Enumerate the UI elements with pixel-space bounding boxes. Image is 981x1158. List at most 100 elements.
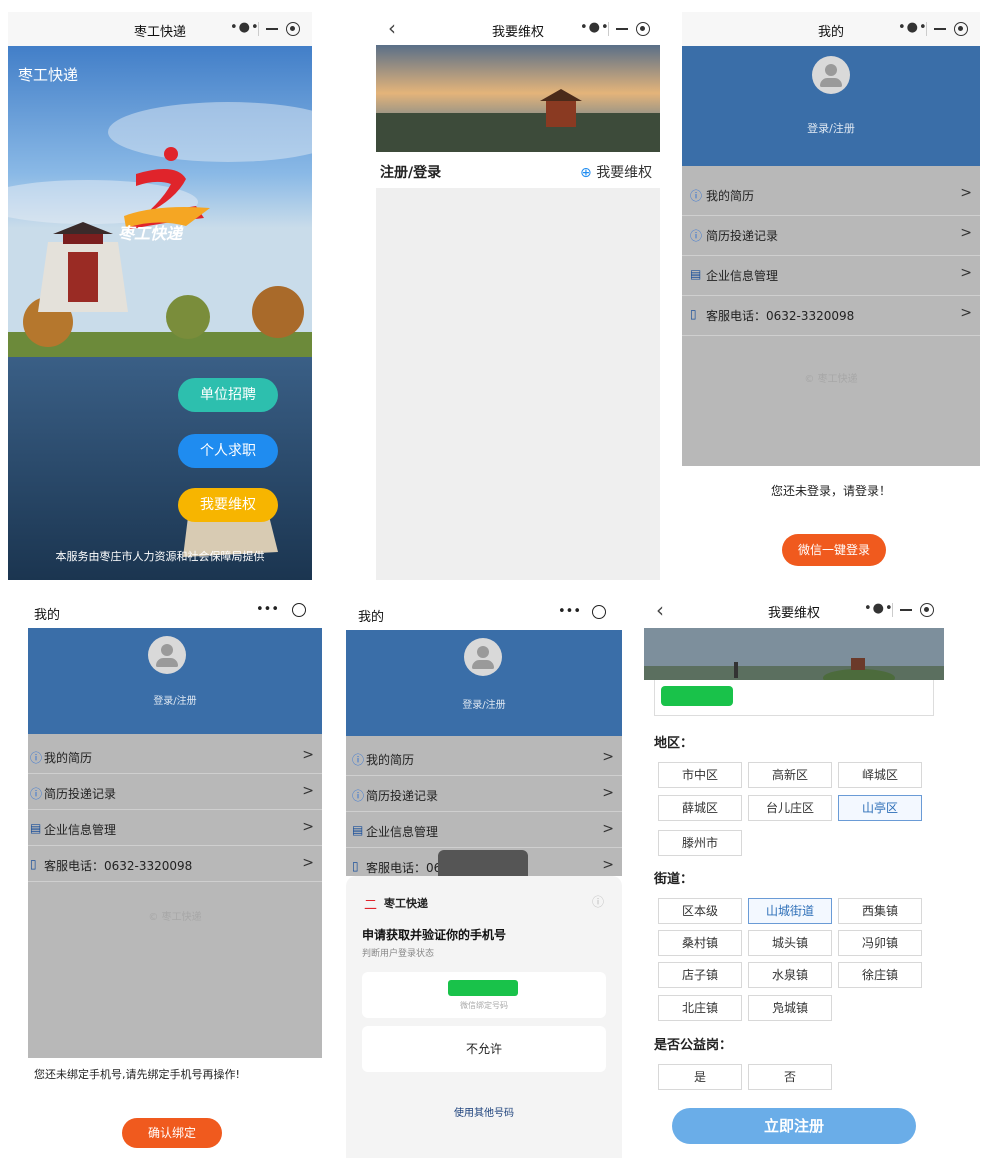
phone-icon: ▯ xyxy=(690,307,697,321)
menu-row-company[interactable]: ▤ 企业信息管理 > xyxy=(682,256,980,296)
rights-label: 我要维权 xyxy=(200,497,256,513)
jobseek-label: 个人求职 xyxy=(200,443,256,459)
close-target-icon[interactable] xyxy=(592,605,606,619)
street-option[interactable]: 冯卯镇 xyxy=(838,930,922,956)
close-target-icon[interactable] xyxy=(286,22,300,36)
bind-notice: 您还未绑定手机号,请先绑定手机号再操作! xyxy=(34,1068,240,1081)
chevron-right-icon: > xyxy=(602,857,614,873)
auth-heading: 申请获取并验证你的手机号 xyxy=(362,928,507,942)
street-option[interactable]: 店子镇 xyxy=(658,962,742,988)
region-option[interactable]: 市中区 xyxy=(658,762,742,788)
menu-row-resume[interactable]: ⓘ 我的简历 > xyxy=(682,176,980,216)
info-icon[interactable]: ⓘ xyxy=(592,893,604,910)
menu-row-records[interactable]: ⓘ 简历投递记录 > xyxy=(28,774,322,810)
minimize-icon[interactable] xyxy=(900,609,912,611)
register-now-button[interactable]: 立即注册 xyxy=(672,1108,916,1144)
minimize-icon[interactable] xyxy=(934,28,946,30)
minimize-icon[interactable] xyxy=(616,28,628,30)
close-target-icon[interactable] xyxy=(920,603,934,617)
street-option[interactable]: 城头镇 xyxy=(748,930,832,956)
avatar[interactable] xyxy=(464,638,502,676)
menu-label: 企业信息管理 xyxy=(44,823,117,837)
page-title: 我的 xyxy=(34,608,61,623)
street-option[interactable]: 桑村镇 xyxy=(658,930,742,956)
chevron-right-icon: > xyxy=(302,783,314,799)
capsule-menu[interactable]: •●• xyxy=(220,17,306,41)
info-icon: ⓘ xyxy=(352,753,365,767)
recruit-button[interactable]: 单位招聘 xyxy=(178,378,278,412)
avatar[interactable] xyxy=(812,56,850,94)
capsule-menu[interactable]: •●• xyxy=(570,17,656,41)
register-login-link[interactable]: 注册/登录 xyxy=(380,162,441,182)
more-icon[interactable]: •●• xyxy=(580,20,610,35)
menu-row-company[interactable]: ▤ 企业信息管理 > xyxy=(28,810,322,846)
rights-link[interactable]: ⊕ 我要维权 xyxy=(580,162,652,182)
rights-button[interactable]: 我要维权 xyxy=(178,488,278,522)
welfare-option-yes[interactable]: 是 xyxy=(658,1064,742,1090)
menu-row-company[interactable]: ▤ 企业信息管理 > xyxy=(346,812,622,848)
more-icon[interactable]: •●• xyxy=(864,601,894,616)
panel-my-bind: 我的 ••• 登录/注册 ⓘ 我的简历 > ⓘ 简历投递记录 > ▤ 企业信息管理 > ▯ 客… xyxy=(28,592,322,1158)
banner-image xyxy=(376,45,660,152)
phone-option[interactable]: 微信绑定号码 xyxy=(362,972,606,1018)
login-register-link[interactable]: 登录/注册 xyxy=(346,696,622,711)
register-now-label: 立即注册 xyxy=(763,1117,824,1135)
menu-list: ⓘ 我的简历 > ⓘ 简历投递记录 > ▤ 企业信息管理 > ▯ 客服电话：0632-3320… xyxy=(682,166,980,466)
chevron-right-icon: > xyxy=(302,819,314,835)
navbar: ‹ 我要维权 •●• xyxy=(376,12,660,46)
deny-button[interactable]: 不允许 xyxy=(362,1026,606,1072)
confirm-bind-button[interactable]: 确认绑定 xyxy=(122,1118,222,1148)
navbar: 我的 ••• xyxy=(28,592,322,628)
navbar: 枣工快递 •●• xyxy=(8,12,312,46)
footer-text: 本服务由枣庄市人力资源和社会保障局提供 xyxy=(55,550,265,563)
close-target-icon[interactable] xyxy=(636,22,650,36)
navbar: 我的 ••• xyxy=(346,592,622,630)
use-other-number-link[interactable]: 使用其他号码 xyxy=(346,1104,622,1119)
street-option[interactable]: 水泉镇 xyxy=(748,962,832,988)
menu-row-hotline[interactable]: ▯ 客服电话：0632-3320098 > xyxy=(28,846,322,882)
street-option[interactable]: 北庄镇 xyxy=(658,995,742,1021)
watermark: © 枣工快递 xyxy=(804,374,858,385)
plus-circle-icon: ⊕ xyxy=(580,165,592,181)
menu-row-hotline[interactable]: ▯ 客服电话：0632-3320098 > xyxy=(682,296,980,336)
close-target-icon[interactable] xyxy=(292,603,306,617)
jobseek-button[interactable]: 个人求职 xyxy=(178,434,278,468)
street-option[interactable]: 区本级 xyxy=(658,898,742,924)
street-option[interactable]: 凫城镇 xyxy=(748,995,832,1021)
avatar[interactable] xyxy=(148,636,186,674)
menu-row-records[interactable]: ⓘ 简历投递记录 > xyxy=(346,776,622,812)
more-icon[interactable]: ••• xyxy=(558,604,581,619)
menu-row-resume[interactable]: ⓘ 我的简历 > xyxy=(28,738,322,774)
name-field[interactable] xyxy=(654,680,934,716)
building-icon: ▤ xyxy=(690,267,702,281)
region-option-selected[interactable]: 山亭区 xyxy=(838,795,922,821)
auth-subheading: 判断用户登录状态 xyxy=(362,949,435,959)
panel-rights-form: ‹ 我要维权 •●• 地区： 市中区 高新区 峄城区 薛城区 台儿庄区 山亭区 … xyxy=(644,592,944,1158)
wechat-login-button[interactable]: 微信一键登录 xyxy=(782,534,886,566)
panel-home: 枣工快递 枣工快递 单位招聘 个人求职 我要维权 本服务由枣庄市人力资源和社会保… xyxy=(8,12,312,580)
menu-row-records[interactable]: ⓘ 简历投递记录 > xyxy=(682,216,980,256)
panel-my-login: 我的 •●• 登录/注册 ⓘ 我的简历 > ⓘ 简历投递记录 > ▤ 企业信息管理 > ▯ 客… xyxy=(682,12,980,580)
minimize-icon[interactable] xyxy=(266,28,278,30)
region-option[interactable]: 薛城区 xyxy=(658,795,742,821)
login-register-link[interactable]: 登录/注册 xyxy=(28,692,322,707)
more-icon[interactable]: ••• xyxy=(256,602,279,617)
info-icon: ⓘ xyxy=(30,751,43,765)
login-register-link[interactable]: 登录/注册 xyxy=(682,120,980,136)
street-option[interactable]: 徐庄镇 xyxy=(838,962,922,988)
region-option[interactable]: 峄城区 xyxy=(838,762,922,788)
region-option[interactable]: 高新区 xyxy=(748,762,832,788)
region-option[interactable]: 台儿庄区 xyxy=(748,795,832,821)
more-icon[interactable]: •●• xyxy=(230,20,260,35)
street-option[interactable]: 西集镇 xyxy=(838,898,922,924)
capsule-menu[interactable]: •●• xyxy=(888,17,974,41)
recruit-label: 单位招聘 xyxy=(200,387,256,403)
navbar: 我的 •●• xyxy=(682,12,980,46)
street-option-selected[interactable]: 山城街道 xyxy=(748,898,832,924)
welfare-option-no[interactable]: 否 xyxy=(748,1064,832,1090)
region-option[interactable]: 滕州市 xyxy=(658,830,742,856)
menu-row-resume[interactable]: ⓘ 我的简历 > xyxy=(346,740,622,776)
close-target-icon[interactable] xyxy=(954,22,968,36)
capsule-menu[interactable]: •●• xyxy=(854,598,940,622)
more-icon[interactable]: •●• xyxy=(898,20,928,35)
